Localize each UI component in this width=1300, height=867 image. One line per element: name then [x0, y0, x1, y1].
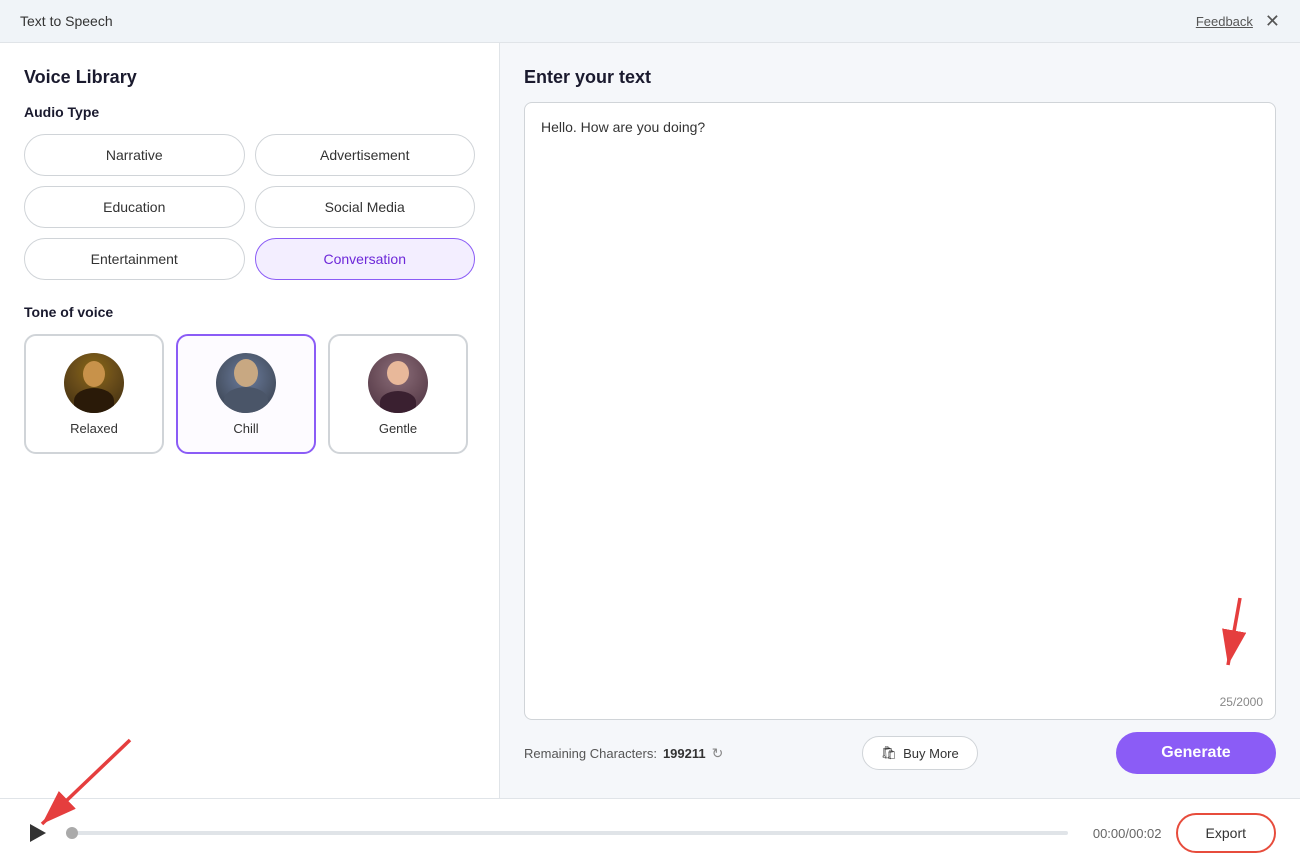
- text-area-container: Hello. How are you doing? 25/2000: [524, 102, 1276, 720]
- main-container: Voice Library Audio Type Narrative Adver…: [0, 43, 1300, 798]
- left-panel: Voice Library Audio Type Narrative Adver…: [0, 43, 500, 798]
- remaining-chars: Remaining Characters: 199211 ↻: [524, 745, 723, 762]
- tone-relaxed-avatar: [64, 353, 124, 413]
- buy-more-button[interactable]: 🛍 Buy More: [862, 736, 978, 770]
- remaining-value: 199211: [663, 746, 706, 761]
- app-title: Text to Speech: [20, 13, 113, 29]
- tone-relaxed-label: Relaxed: [70, 421, 118, 436]
- close-button[interactable]: ✕: [1265, 12, 1280, 30]
- audio-type-advertisement[interactable]: Advertisement: [255, 134, 476, 176]
- audio-type-social-media[interactable]: Social Media: [255, 186, 476, 228]
- voice-library-title: Voice Library: [24, 67, 475, 88]
- audio-type-education[interactable]: Education: [24, 186, 245, 228]
- play-button[interactable]: [24, 819, 52, 847]
- tone-relaxed[interactable]: Relaxed: [24, 334, 164, 454]
- audio-type-grid: Narrative Advertisement Education Social…: [24, 134, 475, 280]
- refresh-icon[interactable]: ↻: [712, 745, 724, 762]
- tone-gentle[interactable]: Gentle: [328, 334, 468, 454]
- feedback-link[interactable]: Feedback: [1196, 14, 1253, 29]
- remaining-label: Remaining Characters:: [524, 746, 657, 761]
- text-input[interactable]: Hello. How are you doing?: [541, 119, 1259, 703]
- tone-chill-avatar: [216, 353, 276, 413]
- tone-chill[interactable]: Chill: [176, 334, 316, 454]
- export-button[interactable]: Export: [1176, 813, 1276, 853]
- progress-track[interactable]: [66, 831, 1068, 835]
- progress-thumb: [66, 827, 78, 839]
- tone-grid: Relaxed Chill Gentle: [24, 334, 475, 454]
- tone-title: Tone of voice: [24, 304, 475, 320]
- tone-chill-label: Chill: [233, 421, 258, 436]
- audio-type-title: Audio Type: [24, 104, 475, 120]
- title-bar-right: Feedback ✕: [1196, 12, 1280, 30]
- audio-type-entertainment[interactable]: Entertainment: [24, 238, 245, 280]
- buy-more-label: Buy More: [903, 746, 959, 761]
- char-count: 25/2000: [1220, 695, 1263, 709]
- right-panel: Enter your text Hello. How are you doing…: [500, 43, 1300, 798]
- enter-text-title: Enter your text: [524, 67, 1276, 88]
- audio-type-conversation[interactable]: Conversation: [255, 238, 476, 280]
- player-bar: 00:00/00:02 Export: [0, 798, 1300, 867]
- generate-button[interactable]: Generate: [1116, 732, 1276, 774]
- audio-type-narrative[interactable]: Narrative: [24, 134, 245, 176]
- play-icon: [30, 824, 46, 842]
- buy-more-icon: 🛍: [881, 745, 898, 761]
- title-bar: Text to Speech Feedback ✕: [0, 0, 1300, 43]
- tone-gentle-label: Gentle: [379, 421, 417, 436]
- time-display: 00:00/00:02: [1082, 826, 1162, 841]
- progress-container: [66, 831, 1068, 835]
- tone-gentle-avatar: [368, 353, 428, 413]
- right-bottom-bar: Remaining Characters: 199211 ↻ 🛍 Buy Mor…: [524, 732, 1276, 774]
